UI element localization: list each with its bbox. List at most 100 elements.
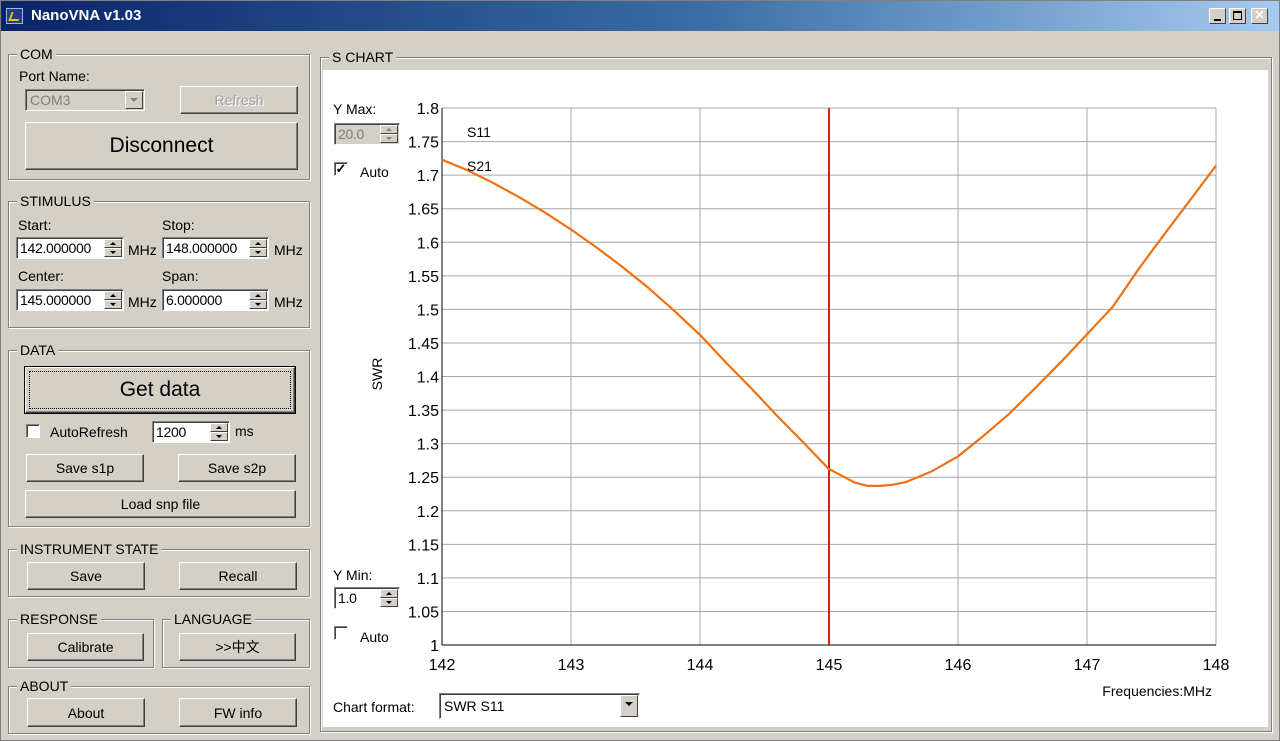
span-input[interactable]: 6.000000 bbox=[162, 289, 269, 311]
chart-format-select[interactable]: SWR S11 bbox=[439, 693, 640, 719]
y-tick-label: 1 bbox=[430, 638, 439, 655]
y-max-value: 20.0 bbox=[338, 126, 365, 142]
interval-unit-label: ms bbox=[235, 423, 254, 439]
close-button[interactable]: ✕ bbox=[1251, 8, 1268, 24]
y-tick-label: 1.4 bbox=[417, 370, 439, 387]
x-tick-label: 146 bbox=[945, 657, 972, 674]
recall-state-button[interactable]: Recall bbox=[179, 562, 297, 590]
minimize-button[interactable] bbox=[1209, 8, 1226, 24]
refresh-button[interactable]: Refresh bbox=[180, 86, 298, 114]
y-max-auto-checkbox[interactable]: ✓ bbox=[334, 162, 348, 176]
chart-format-value: SWR S11 bbox=[444, 698, 505, 714]
fw-info-button[interactable]: FW info bbox=[179, 698, 297, 727]
y-max-auto-label: Auto bbox=[360, 164, 389, 180]
about-button[interactable]: About bbox=[27, 698, 145, 727]
center-spin-arrows[interactable] bbox=[104, 291, 122, 309]
language-group: LANGUAGE >>中文 bbox=[162, 610, 310, 668]
window-title: NanoVNA v1.03 bbox=[31, 7, 142, 24]
port-name-value: COM3 bbox=[30, 92, 71, 108]
disconnect-button[interactable]: Disconnect bbox=[25, 122, 298, 170]
y-min-auto-checkbox[interactable] bbox=[334, 626, 348, 640]
spin-up-icon[interactable] bbox=[104, 291, 122, 300]
y-max-label: Y Max: bbox=[333, 101, 377, 117]
close-icon: ✕ bbox=[1254, 8, 1265, 22]
spin-down-icon[interactable] bbox=[380, 598, 398, 607]
spin-down-icon[interactable] bbox=[380, 134, 398, 143]
stop-unit-label: MHz bbox=[274, 242, 303, 258]
autorefresh-interval-value: 1200 bbox=[156, 424, 186, 440]
save-s1p-button[interactable]: Save s1p bbox=[26, 454, 144, 482]
port-name-select[interactable]: COM3 bbox=[25, 89, 145, 111]
start-spin-arrows[interactable] bbox=[104, 239, 122, 257]
y-min-spin-arrows[interactable] bbox=[380, 589, 398, 607]
span-value: 6.000000 bbox=[166, 292, 222, 308]
stimulus-legend: STIMULUS bbox=[17, 192, 94, 210]
calibrate-button[interactable]: Calibrate bbox=[27, 633, 144, 661]
response-group: RESPONSE Calibrate bbox=[8, 610, 154, 668]
start-frequency-input[interactable]: 142.000000 bbox=[16, 237, 124, 259]
y-tick-label: 1.3 bbox=[417, 437, 439, 454]
autorefresh-interval-input[interactable]: 1200 bbox=[152, 421, 230, 443]
spin-down-icon[interactable] bbox=[104, 248, 122, 257]
span-label: Span: bbox=[162, 268, 199, 284]
center-frequency-value: 145.000000 bbox=[20, 292, 91, 308]
y-tick-label: 1.5 bbox=[417, 302, 439, 319]
maximize-button[interactable] bbox=[1229, 8, 1246, 24]
y-tick-label: 1.1 bbox=[417, 571, 439, 588]
x-tick-label: 144 bbox=[687, 657, 714, 674]
get-data-button[interactable]: Get data bbox=[24, 366, 296, 414]
main-window: NanoVNA v1.03 ✕ COM Port Name: COM3 Refr… bbox=[0, 0, 1280, 741]
chevron-down-icon[interactable] bbox=[125, 91, 143, 109]
maximize-icon bbox=[1233, 11, 1242, 20]
spin-down-icon[interactable] bbox=[210, 432, 228, 441]
spin-up-icon[interactable] bbox=[380, 125, 398, 134]
save-s2p-button[interactable]: Save s2p bbox=[178, 454, 296, 482]
spin-down-icon[interactable] bbox=[249, 248, 267, 257]
y-max-spin-arrows[interactable] bbox=[380, 125, 398, 143]
chart-format-label: Chart format: bbox=[333, 699, 415, 715]
span-spin-arrows[interactable] bbox=[249, 291, 267, 309]
x-tick-label: 148 bbox=[1203, 657, 1230, 674]
chevron-down-icon[interactable] bbox=[620, 695, 638, 717]
y-max-input[interactable]: 20.0 bbox=[334, 123, 400, 145]
spin-up-icon[interactable] bbox=[249, 239, 267, 248]
port-name-label: Port Name: bbox=[19, 68, 90, 84]
center-frequency-input[interactable]: 145.000000 bbox=[16, 289, 124, 311]
spin-up-icon[interactable] bbox=[104, 239, 122, 248]
y-tick-label: 1.65 bbox=[408, 202, 439, 219]
y-tick-label: 1.15 bbox=[408, 537, 439, 554]
y-tick-label: 1.8 bbox=[417, 101, 439, 118]
spin-down-icon[interactable] bbox=[249, 300, 267, 309]
load-snp-file-button[interactable]: Load snp file bbox=[25, 490, 296, 518]
s-chart-legend: S CHART bbox=[329, 48, 397, 66]
stop-frequency-input[interactable]: 148.000000 bbox=[162, 237, 269, 259]
x-axis-label: Frequencies:MHz bbox=[1102, 683, 1212, 699]
start-label: Start: bbox=[18, 217, 52, 233]
app-icon bbox=[6, 8, 23, 24]
spin-up-icon[interactable] bbox=[380, 589, 398, 598]
y-tick-label: 1.25 bbox=[408, 470, 439, 487]
y-tick-label: 1.45 bbox=[408, 336, 439, 353]
about-legend: ABOUT bbox=[17, 677, 72, 695]
language-switch-button[interactable]: >>中文 bbox=[179, 633, 296, 661]
title-bar[interactable]: NanoVNA v1.03 ✕ bbox=[1, 1, 1279, 31]
y-min-label: Y Min: bbox=[333, 567, 373, 583]
y-tick-label: 1.05 bbox=[408, 604, 439, 621]
stop-spin-arrows[interactable] bbox=[249, 239, 267, 257]
legend-s11: S11 bbox=[467, 124, 491, 140]
com-legend: COM bbox=[17, 45, 56, 63]
spin-up-icon[interactable] bbox=[249, 291, 267, 300]
y-min-input[interactable]: 1.0 bbox=[334, 587, 400, 609]
center-unit-label: MHz bbox=[128, 294, 157, 310]
y-tick-label: 1.55 bbox=[408, 269, 439, 286]
swr-chart: 1.8 1.75 1.7 1.65 1.6 1.55 1.5 1.45 1.4 1.35 1.3 1.… bbox=[369, 101, 1230, 699]
autorefresh-label: AutoRefresh bbox=[50, 424, 128, 440]
interval-spin-arrows[interactable] bbox=[210, 423, 228, 441]
instrument-state-legend: INSTRUMENT STATE bbox=[17, 540, 162, 558]
x-tick-label: 145 bbox=[816, 657, 843, 674]
minimize-icon bbox=[1214, 19, 1221, 21]
save-state-button[interactable]: Save bbox=[27, 562, 145, 590]
spin-up-icon[interactable] bbox=[210, 423, 228, 432]
spin-down-icon[interactable] bbox=[104, 300, 122, 309]
autorefresh-checkbox[interactable] bbox=[26, 424, 40, 438]
